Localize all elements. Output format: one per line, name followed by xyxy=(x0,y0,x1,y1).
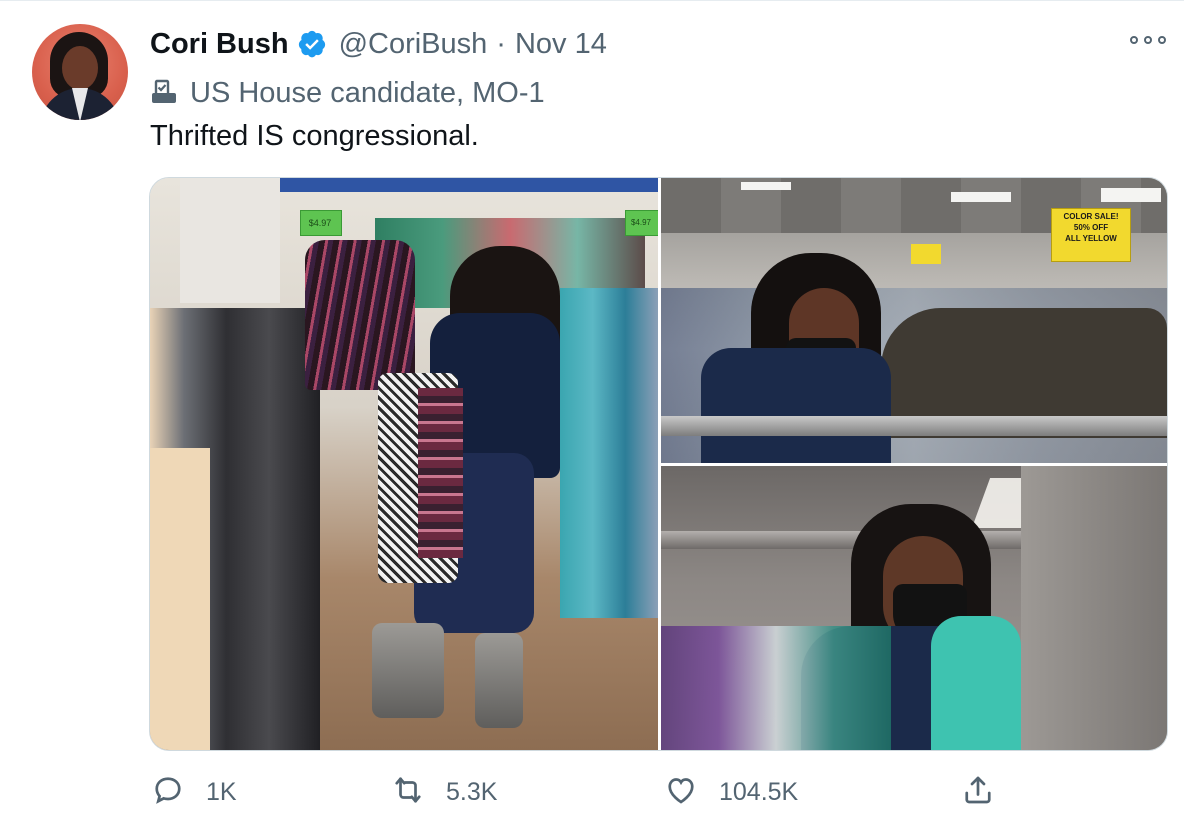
reply-button[interactable]: 1K xyxy=(150,770,237,814)
account-label[interactable]: US House candidate, MO-1 xyxy=(150,74,545,112)
label-text: US House candidate, MO-1 xyxy=(190,76,545,109)
photo-through-rack[interactable] xyxy=(661,466,1167,750)
tweet-header: Cori Bush @CoriBush · Nov 14 xyxy=(150,24,607,64)
photo-thrift-aisle[interactable]: $4.97 $4.97 xyxy=(150,178,658,750)
share-button[interactable] xyxy=(960,770,996,814)
action-bar: 1K 5.3K 104.5K xyxy=(150,770,1170,814)
reply-count: 1K xyxy=(206,777,237,806)
author-handle[interactable]: @CoriBush xyxy=(339,28,488,61)
photo-trying-jacket[interactable]: COLOR SALE! 50% OFF ALL YELLOW xyxy=(661,178,1167,463)
avatar[interactable] xyxy=(32,24,128,120)
retweet-button[interactable]: 5.3K xyxy=(390,770,497,814)
top-divider xyxy=(0,0,1184,1)
like-count: 104.5K xyxy=(719,777,799,806)
author-name[interactable]: Cori Bush xyxy=(150,28,289,61)
photo2-sale-sign: COLOR SALE! 50% OFF ALL YELLOW xyxy=(1063,212,1119,243)
retweet-count: 5.3K xyxy=(446,777,498,806)
retweet-icon xyxy=(390,772,426,813)
more-options-icon[interactable] xyxy=(1130,30,1166,50)
separator-dot: · xyxy=(496,27,506,60)
ballot-box-icon xyxy=(150,77,178,110)
tweet-date[interactable]: Nov 14 xyxy=(515,28,607,61)
tweet-text: Thrifted IS congressional. xyxy=(150,120,479,152)
photo1-price-sign-right: $4.97 xyxy=(630,218,652,227)
heart-icon xyxy=(663,772,699,813)
media-grid: $4.97 $4.97 COLOR SALE! 50% OFF ALL YELL… xyxy=(149,177,1168,751)
verified-badge-icon xyxy=(297,29,327,59)
reply-icon xyxy=(150,772,186,813)
like-button[interactable]: 104.5K xyxy=(663,770,798,814)
share-icon xyxy=(960,772,996,813)
photo1-price-sign-left: $4.97 xyxy=(308,218,332,228)
